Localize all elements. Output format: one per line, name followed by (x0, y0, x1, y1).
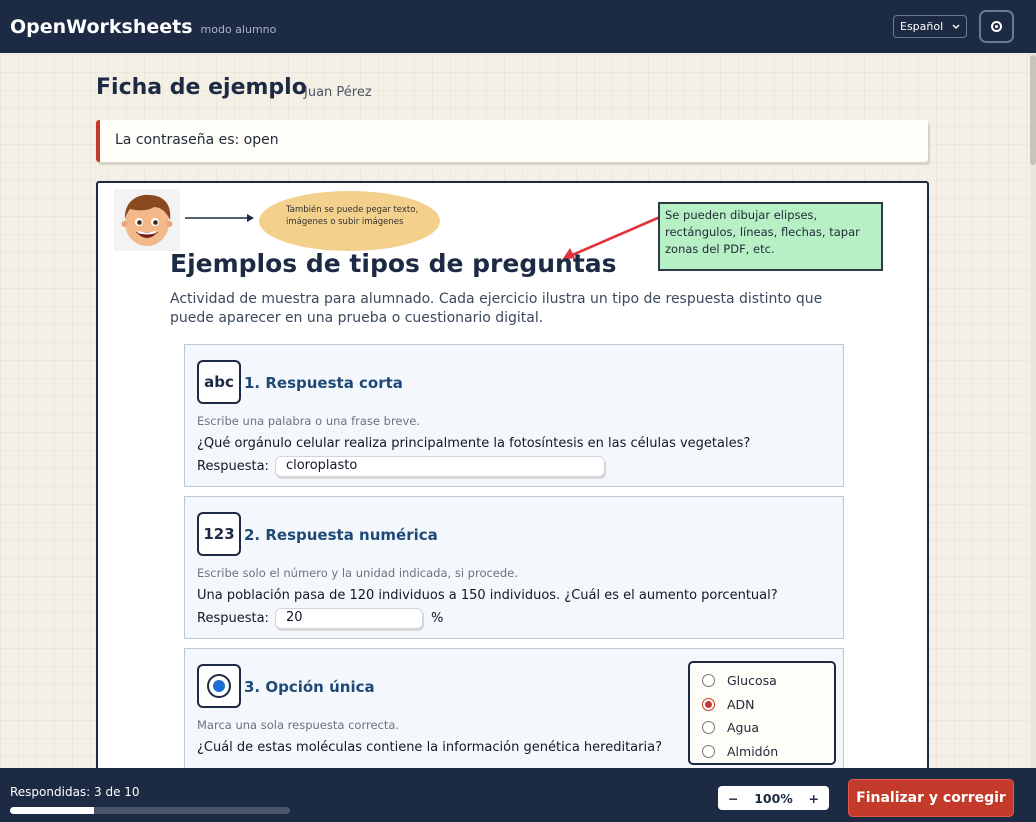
settings-button[interactable] (979, 10, 1014, 43)
annotation-bubble[interactable]: También se puede pegar texto, imágenes o… (259, 191, 440, 251)
answer-label: Respuesta: (197, 611, 269, 626)
question-card: 123 2. Respuesta numérica Escribe solo e… (184, 496, 844, 639)
chevron-down-icon (952, 24, 960, 29)
zoom-level: 100% (754, 790, 793, 806)
radio-button[interactable] (702, 744, 715, 758)
option-item[interactable]: Almidón (702, 740, 822, 764)
short-answer-input[interactable]: cloroplasto (274, 456, 605, 477)
text-icon: abc (197, 360, 241, 404)
app-mode: modo alumno (200, 23, 277, 36)
question-hint: Escribe solo el número y la unidad indic… (197, 566, 518, 580)
language-selected: Español (900, 20, 944, 33)
option-item[interactable]: Glucosa (702, 669, 822, 693)
numeric-answer-input[interactable]: 20 (274, 608, 423, 629)
language-select[interactable]: Español (893, 15, 967, 38)
question-hint: Marca una sola respuesta correcta. (197, 718, 400, 732)
question-title: 1. Respuesta corta (244, 374, 403, 392)
question-text: ¿Cuál de estas moléculas contiene la inf… (197, 740, 662, 755)
content-heading: Ejemplos de tipos de preguntas (170, 249, 617, 278)
worksheet-title: Ficha de ejemplo (96, 75, 307, 100)
question-card: abc 1. Respuesta corta Escribe una palab… (184, 344, 844, 487)
answer-unit: % (430, 611, 444, 626)
question-title: 3. Opción única (244, 678, 375, 696)
annotation-note[interactable]: Se pueden dibujar elipses, rectángulos, … (658, 202, 883, 271)
top-bar: OpenWorksheets modo alumno Español (0, 0, 1036, 53)
options-box: Glucosa ADN Agua Almidón (688, 661, 836, 765)
zoom-in-button[interactable]: + (809, 791, 819, 806)
answered-count: Respondidas: 3 de 10 (10, 785, 140, 799)
question-card: 3. Opción única Marca una sola respuesta… (184, 648, 844, 779)
arrow-right-icon[interactable] (184, 211, 256, 225)
app-name: OpenWorksheets (10, 15, 193, 38)
number-icon: 123 (197, 512, 241, 556)
progress-fill (10, 807, 94, 814)
option-label: Agua (727, 720, 760, 736)
password-notice: La contraseña es: open (96, 120, 928, 162)
answer-row: Respuesta: 20 % (197, 608, 443, 629)
option-item[interactable]: Agua (702, 716, 822, 740)
option-label: Almidón (727, 743, 779, 759)
finish-button[interactable]: Finalizar y corregir (848, 779, 1014, 817)
page-scrollbar[interactable] (1030, 53, 1036, 768)
content-intro: Actividad de muestra para alumnado. Cada… (170, 291, 823, 326)
option-label: ADN (727, 696, 755, 712)
radio-button-selected[interactable] (702, 697, 715, 711)
bottom-bar: Respondidas: 3 de 10 − 100% + Finalizar … (0, 768, 1036, 822)
worksheet-author: Juan Pérez (304, 85, 372, 100)
question-title: 2. Respuesta numérica (244, 526, 438, 544)
settings-icon (991, 21, 1002, 32)
radio-button[interactable] (702, 674, 715, 688)
boy-avatar-icon[interactable] (114, 189, 180, 251)
question-text: ¿Qué orgánulo celular realiza principalm… (197, 436, 751, 451)
answer-label: Respuesta: (197, 459, 269, 474)
option-label: Glucosa (727, 673, 777, 689)
option-item[interactable]: ADN (702, 693, 822, 717)
zoom-control: − 100% + (718, 786, 829, 810)
worksheet-page: También se puede pegar texto, imágenes o… (96, 181, 929, 781)
zoom-out-button[interactable]: − (728, 791, 738, 806)
answer-row: Respuesta: cloroplasto (197, 456, 605, 477)
question-hint: Escribe una palabra o una frase breve. (197, 414, 421, 428)
question-text: Una población pasa de 120 individuos a 1… (197, 588, 778, 603)
radio-button[interactable] (702, 721, 715, 735)
progress-bar (10, 807, 290, 814)
radio-icon (197, 664, 241, 708)
scrollbar-thumb[interactable] (1030, 55, 1036, 165)
